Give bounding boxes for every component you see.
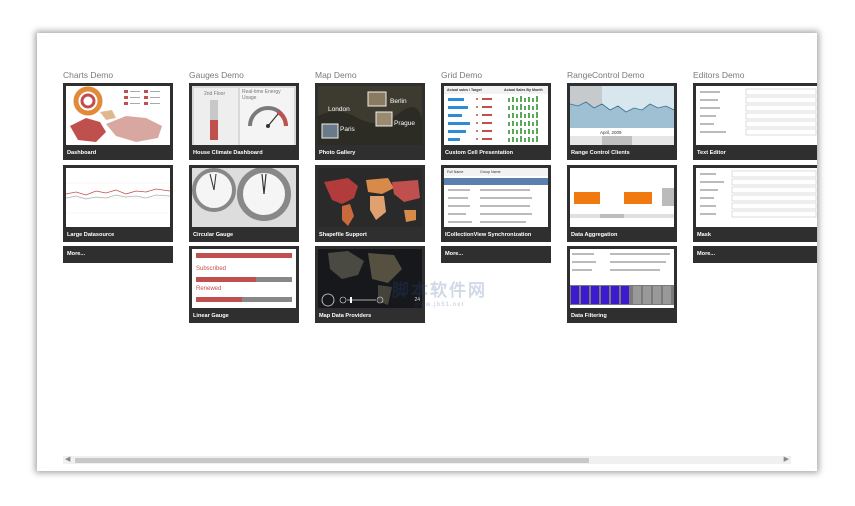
tile-label: Dashboard [67, 150, 97, 156]
grid-header-2: Actual Sales By Month [504, 88, 543, 92]
more-label: More... [445, 251, 464, 257]
april-2009-text: April, 2009 [600, 130, 622, 135]
tile-dashboard[interactable]: Dashboard [63, 83, 173, 160]
tile-data-filtering[interactable]: Data Filtering [567, 246, 677, 323]
zoom-slider-thumb [350, 297, 352, 303]
tile-label: Mask [697, 232, 711, 238]
tile-thumbnail: 2nd Floor Real-time Energy Usage [192, 86, 296, 145]
tile-range-control-clients[interactable]: April, 2009 Range Control Clients [567, 83, 677, 160]
range-control-preview-graphic [570, 86, 674, 145]
group-title-map: Map Demo [315, 70, 357, 80]
scroll-right-icon[interactable]: ▶ [784, 456, 789, 464]
tile-thumbnail [696, 86, 817, 145]
tile-thumbnail: London Berlin Paris Prague [318, 86, 422, 145]
tile-icollectionview-synchronization[interactable]: Full Name Group Name ICollectionView Syn… [441, 165, 551, 242]
linear-gauge-preview-graphic [196, 253, 292, 302]
grid-header-1: Actual sales / Target [447, 88, 482, 92]
tile-thumbnail [696, 168, 817, 227]
tile-thumbnail: Full Name Group Name [444, 168, 548, 227]
tile-data-aggregation[interactable]: Data Aggregation [567, 165, 677, 242]
watermark-main: 脚本软件网 [392, 281, 487, 300]
tile-label: Map Data Providers [319, 313, 372, 319]
watermark: 脚本软件网 www.jb51.net [392, 276, 487, 308]
line-chart-preview-graphic [66, 182, 170, 214]
tile-thumbnail [570, 168, 674, 227]
text-editor-preview-graphic [700, 88, 817, 136]
photo-gallery-preview-graphic [318, 86, 422, 145]
tile-label: Linear Gauge [193, 313, 229, 319]
horizontal-scrollbar[interactable]: ◀ ▶ [63, 456, 791, 464]
tile-thumbnail [66, 86, 170, 145]
tile-circular-gauge[interactable]: Circular Gauge [189, 165, 299, 242]
paris-label: Paris [340, 126, 355, 133]
tile-label: Photo Gallery [319, 150, 356, 156]
tile-house-climate-dashboard[interactable]: 2nd Floor Real-time Energy Usage House C… [189, 83, 299, 160]
group-title-grid: Grid Demo [441, 70, 483, 80]
london-label: London [328, 106, 350, 113]
prague-label: Prague [394, 120, 415, 127]
filtering-preview-graphic [570, 253, 674, 305]
more-label: More... [67, 251, 86, 257]
tile-text-editor[interactable]: Text Editor [693, 83, 817, 160]
tile-thumbnail: Subscribed Renewed [192, 249, 296, 308]
tile-thumbnail: Actual sales / Target Actual Sales By Mo… [444, 86, 548, 145]
tile-label: Range Control Clients [571, 150, 630, 156]
more-button-grid[interactable]: More... [441, 246, 551, 263]
tile-thumbnail [570, 249, 674, 308]
more-label: More... [697, 251, 716, 257]
grid-preview-graphic [444, 86, 548, 142]
tile-shapefile-support[interactable]: Shapefile Support [315, 165, 425, 242]
tile-label: Text Editor [697, 150, 726, 156]
mask-editor-preview-graphic [700, 170, 817, 218]
scroll-left-icon[interactable]: ◀ [65, 456, 70, 464]
berlin-label: Berlin [390, 98, 407, 105]
group-title-rangecontrol: RangeControl Demo [567, 70, 645, 80]
group-title-editors: Editors Demo [693, 70, 745, 80]
energy-usage-text: Real-time Energy Usage [242, 89, 281, 101]
tile-label: Shapefile Support [319, 232, 367, 238]
tile-label: Circular Gauge [193, 232, 234, 238]
aggregation-preview-graphic [570, 188, 674, 218]
tile-label: Large Datasource [67, 232, 115, 238]
tile-custom-cell-presentation[interactable]: Actual sales / Target Actual Sales By Mo… [441, 83, 551, 160]
group-title-gauges: Gauges Demo [189, 70, 244, 80]
group-title-charts: Charts Demo [63, 70, 114, 80]
tile-label: ICollectionView Synchronization [445, 232, 532, 238]
scrollbar-thumb[interactable] [75, 458, 589, 463]
list-grid-preview-graphic [444, 168, 548, 223]
circular-gauge-preview-graphic [192, 168, 291, 221]
grid-header-groupname: Group Name [480, 170, 501, 174]
tile-label: Custom Cell Presentation [445, 150, 514, 156]
more-button-charts[interactable]: More... [63, 246, 173, 263]
tile-label: Data Aggregation [571, 232, 618, 238]
tile-mask[interactable]: Mask [693, 165, 817, 242]
dashboard-preview-graphic [70, 86, 162, 142]
app-window: Charts Demo Gauges Demo Map Demo Grid De… [37, 33, 817, 471]
tile-linear-gauge[interactable]: Subscribed Renewed Linear Gauge [189, 246, 299, 323]
tile-thumbnail: April, 2009 [570, 86, 674, 145]
tile-photo-gallery[interactable]: London Berlin Paris Prague Photo Gallery [315, 83, 425, 160]
tile-thumbnail [192, 168, 296, 227]
subscribed-text: Subscribed [196, 266, 227, 272]
second-floor-text: 2nd Floor [204, 91, 226, 97]
shapefile-map-preview-graphic [318, 168, 422, 227]
tile-thumbnail [66, 168, 170, 227]
tile-large-datasource[interactable]: Large Datasource [63, 165, 173, 242]
tile-label: Data Filtering [571, 313, 607, 319]
tile-label: House Climate Dashboard [193, 150, 263, 156]
more-button-editors[interactable]: More... [693, 246, 817, 263]
grid-header-fullname: Full Name [447, 170, 464, 174]
watermark-sub: www.jb51.net [414, 302, 465, 308]
renewed-text: Renewed [196, 286, 222, 292]
tile-thumbnail [318, 168, 422, 227]
